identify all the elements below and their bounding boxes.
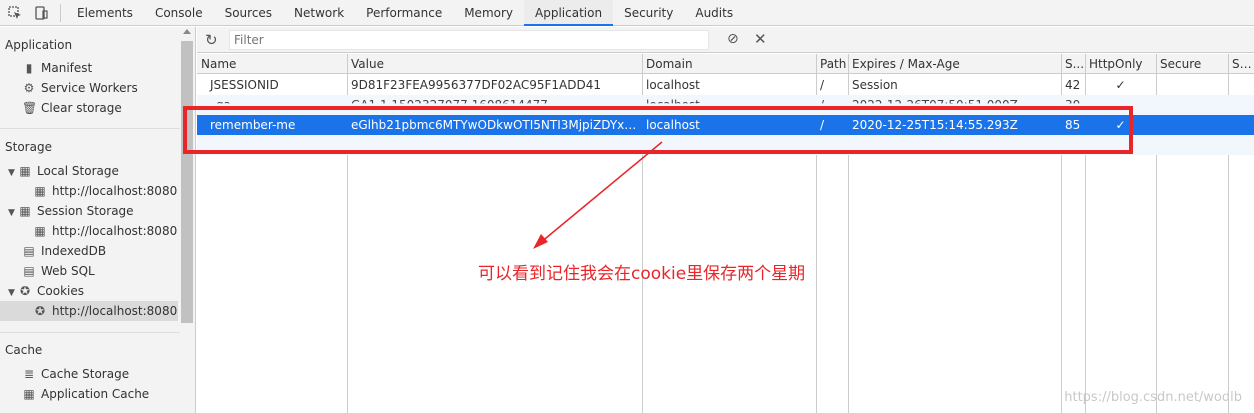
- tab-application[interactable]: Application: [524, 0, 614, 26]
- section-title-storage: Storage: [5, 140, 52, 154]
- section-title-application: Application: [5, 38, 73, 52]
- sidebar-item-label: Local Storage: [37, 164, 119, 178]
- column-header[interactable]: Domain: [642, 54, 816, 74]
- grid-icon: ▦: [23, 387, 35, 401]
- sidebar-item-session-storage-origin[interactable]: ▦ http://localhost:8080: [33, 221, 195, 241]
- sidebar-divider: [0, 332, 180, 333]
- document-icon: ▮: [25, 61, 33, 75]
- database-icon: ▤: [23, 264, 35, 278]
- sidebar-item-cache-storage[interactable]: ≣ Cache Storage: [22, 364, 195, 384]
- column-header[interactable]: Name: [197, 54, 347, 74]
- sidebar-item-label: Clear storage: [41, 101, 122, 115]
- column-header[interactable]: S...: [1061, 54, 1085, 74]
- table-cell-httponly: ✓: [1115, 78, 1126, 92]
- grid-icon: ▦: [19, 164, 31, 178]
- table-cell-value: 9D81F23FEA9956377DF02AC95F1ADD41: [351, 78, 602, 92]
- sidebar-item-label: IndexedDB: [41, 244, 107, 258]
- watermark: https://blog.csdn.net/wodlb: [1064, 390, 1242, 405]
- section-title-cache: Cache: [5, 343, 43, 357]
- sidebar-item-label: Web SQL: [41, 264, 95, 278]
- column-header[interactable]: Path: [816, 54, 848, 74]
- column-header[interactable]: Sam: [1228, 54, 1254, 74]
- expand-triangle-icon[interactable]: ▼: [8, 283, 18, 303]
- table-cell-name: JSESSIONID: [210, 78, 279, 92]
- database-icon: ≣: [23, 367, 35, 381]
- table-cell-domain: localhost: [646, 78, 700, 92]
- table-cell-path: /: [820, 78, 825, 92]
- tab-performance[interactable]: Performance: [355, 0, 453, 26]
- sidebar-item-cookies-origin[interactable]: ✪ http://localhost:8080: [0, 301, 178, 321]
- cookies-panel: ↻ ⊘ ✕ NameValueDomainPathExpires / Max-A…: [197, 27, 1254, 413]
- cookie-icon: ✪: [19, 284, 31, 298]
- application-sidebar: Application ▮ Manifest ⚙ Service Workers 🗑…: [0, 27, 196, 413]
- tab-security[interactable]: Security: [613, 0, 684, 26]
- tab-console[interactable]: Console: [144, 0, 214, 26]
- trash-icon: 🗑: [22, 101, 38, 115]
- sidebar-item-service-workers[interactable]: ⚙ Service Workers: [22, 78, 195, 98]
- column-header[interactable]: Secure: [1156, 54, 1228, 74]
- sidebar-item-indexeddb[interactable]: ▤ IndexedDB: [22, 241, 195, 261]
- column-header[interactable]: Value: [347, 54, 642, 74]
- sidebar-item-label: Cookies: [37, 284, 84, 298]
- sidebar-item-manifest[interactable]: ▮ Manifest: [22, 58, 195, 78]
- sidebar-item-label: http://localhost:8080: [52, 184, 178, 198]
- annotation-text: 可以看到记住我会在cookie里保存两个星期: [478, 264, 806, 284]
- device-toolbar-icon[interactable]: [32, 4, 50, 22]
- cookie-icon: ✪: [34, 304, 46, 318]
- cookies-toolbar: ↻ ⊘ ✕: [197, 27, 1254, 53]
- database-icon: ▤: [23, 244, 35, 258]
- sidebar-divider: [0, 128, 180, 129]
- tab-network[interactable]: Network: [283, 0, 355, 26]
- tab-elements[interactable]: Elements: [66, 0, 144, 26]
- sidebar-item-local-storage-origin[interactable]: ▦ http://localhost:8080: [33, 181, 195, 201]
- grid-icon: ▦: [19, 204, 31, 218]
- table-header: Name Value Domain Path Expires / Max-Age S...…: [197, 54, 1254, 74]
- sidebar-item-application-cache[interactable]: ▦ Application Cache: [22, 384, 195, 404]
- sidebar-item-label: http://localhost:8080: [52, 224, 178, 238]
- refresh-icon[interactable]: ↻: [205, 31, 218, 49]
- tab-audits[interactable]: Audits: [684, 0, 744, 26]
- sidebar-item-session-storage[interactable]: ▼ ▦ Session Storage: [8, 201, 186, 221]
- sidebar-item-websql[interactable]: ▤ Web SQL: [22, 261, 195, 281]
- table-cell-expires: Session: [852, 78, 898, 92]
- expand-triangle-icon[interactable]: ▼: [8, 203, 18, 223]
- highlight-box: [183, 106, 1133, 154]
- expand-triangle-icon[interactable]: ▼: [8, 163, 18, 183]
- table-row[interactable]: JSESSIONID 9D81F23FEA9956377DF02AC95F1ADD…: [197, 75, 1254, 95]
- delete-selected-icon[interactable]: ✕: [754, 30, 767, 48]
- sidebar-item-label: Session Storage: [37, 204, 134, 218]
- sidebar-item-clear-storage[interactable]: 🗑 Clear storage: [22, 98, 195, 118]
- sidebar-item-local-storage[interactable]: ▼ ▦ Local Storage: [8, 161, 186, 181]
- sidebar-item-label: Service Workers: [41, 81, 138, 95]
- column-header[interactable]: HttpOnly: [1085, 54, 1156, 74]
- sidebar-item-label: Manifest: [41, 61, 93, 75]
- sidebar-item-label: Application Cache: [41, 387, 150, 401]
- gear-icon: ⚙: [23, 81, 35, 95]
- sidebar-item-label: Cache Storage: [41, 367, 130, 381]
- grid-icon: ▦: [34, 184, 46, 198]
- clear-all-icon[interactable]: ⊘: [727, 31, 739, 47]
- sidebar-item-label: http://localhost:8080: [52, 304, 178, 318]
- inspect-element-icon[interactable]: [6, 4, 24, 22]
- grid-icon: ▦: [34, 224, 46, 238]
- tab-memory[interactable]: Memory: [453, 0, 524, 26]
- toolbar-separator: [60, 4, 61, 22]
- sidebar-item-cookies[interactable]: ▼ ✪ Cookies: [8, 281, 186, 301]
- column-header[interactable]: Expires / Max-Age: [848, 54, 1061, 74]
- devtools-tabbar: Elements Console Sources Network Performance…: [0, 0, 1254, 26]
- table-cell-size: 42: [1065, 78, 1081, 92]
- scroll-up-arrow-icon[interactable]: [183, 29, 191, 34]
- filter-input[interactable]: [229, 30, 709, 50]
- tab-sources[interactable]: Sources: [214, 0, 283, 26]
